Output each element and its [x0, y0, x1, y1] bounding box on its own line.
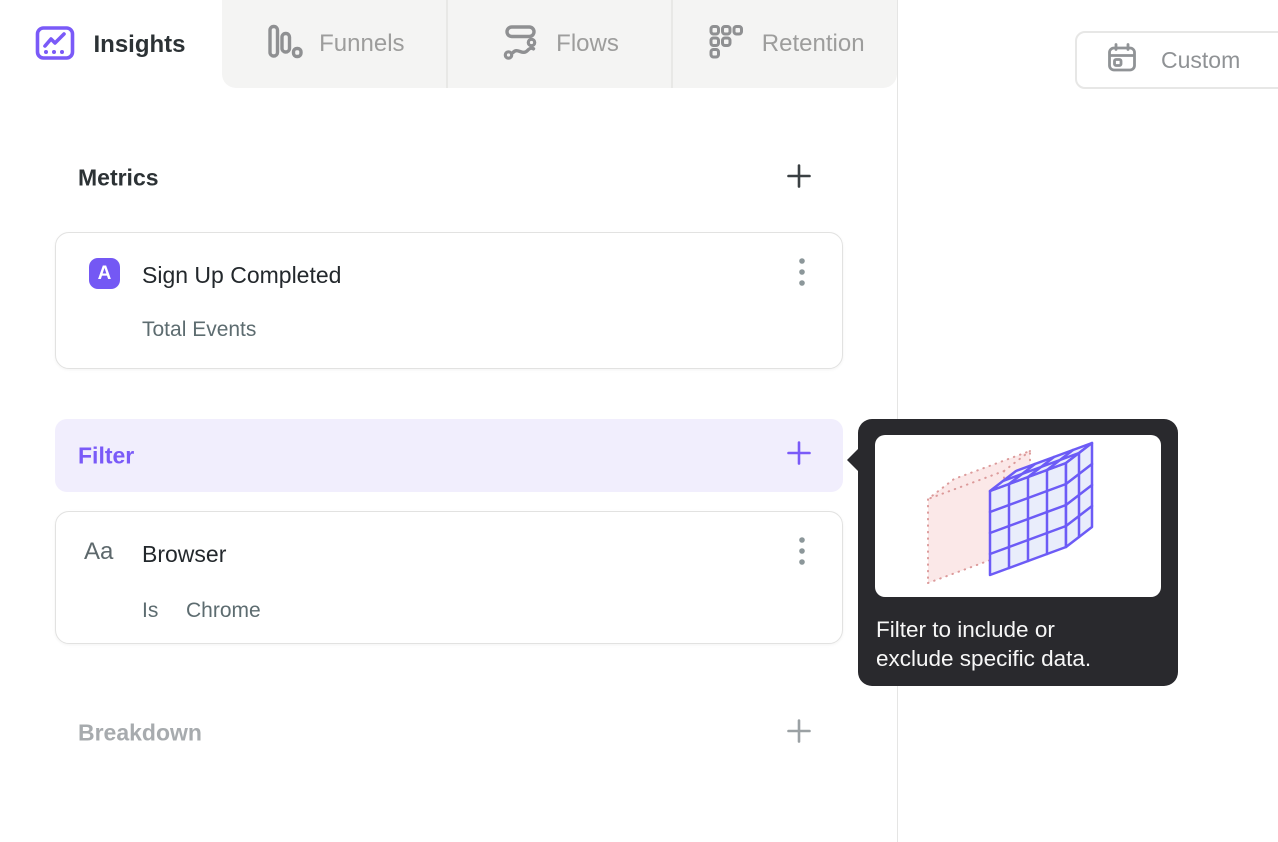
plus-icon [785, 439, 813, 472]
filter-section-header: Filter [55, 419, 843, 492]
tooltip-text-line1: Filter to include or [876, 617, 1055, 642]
filter-value[interactable]: Chrome [186, 599, 261, 623]
tab-flows[interactable]: Flows [445, 0, 672, 88]
tab-retention-label: Retention [761, 30, 865, 57]
tooltip-text-line2: exclude specific data. [876, 646, 1092, 671]
metric-menu-button[interactable] [790, 257, 814, 298]
tab-group: Funnels Flows Retention [222, 0, 897, 88]
add-metric-button[interactable] [785, 162, 813, 195]
custom-date-range-button[interactable]: Custom [1075, 31, 1278, 89]
plus-icon [785, 717, 813, 750]
metric-letter-badge: A [89, 258, 120, 289]
text-property-icon: Aa [84, 538, 114, 565]
tab-insights-label: Insights [93, 31, 186, 58]
insights-builder-screen: Insights Funnels Flows Retention Custom … [0, 0, 1278, 842]
kebab-icon [798, 536, 806, 577]
filter-menu-button[interactable] [790, 536, 814, 577]
filter-operator[interactable]: Is [142, 599, 158, 623]
kebab-icon [798, 257, 806, 298]
add-breakdown-button[interactable] [785, 717, 813, 750]
flows-icon [500, 22, 540, 67]
metric-event-name: Sign Up Completed [142, 262, 342, 288]
tab-flows-label: Flows [556, 30, 619, 57]
metric-aggregation[interactable]: Total Events [142, 318, 256, 342]
calendar-icon [1105, 41, 1139, 80]
filter-property-name: Browser [142, 541, 227, 567]
metrics-section-title: Metrics [78, 164, 159, 191]
add-filter-button[interactable] [785, 439, 813, 472]
metric-card[interactable]: A Sign Up Completed Total Events [55, 232, 843, 369]
tab-retention[interactable]: Retention [671, 0, 897, 88]
filter-tooltip: Filter to include or exclude specific da… [847, 419, 1178, 686]
line-chart-icon [33, 21, 77, 70]
retention-dots-icon [706, 22, 746, 67]
filter-card[interactable]: Aa Browser Is Chrome [55, 511, 843, 644]
tab-funnels[interactable]: Funnels [222, 0, 446, 88]
breakdown-section-title: Breakdown [78, 719, 202, 746]
tab-funnels-label: Funnels [319, 30, 405, 57]
metrics-section-header: Metrics [55, 156, 843, 200]
tooltip-arrow [847, 448, 859, 472]
plus-icon [785, 162, 813, 195]
tab-insights[interactable]: Insights [0, 0, 219, 90]
funnel-bars-icon [263, 22, 303, 67]
filter-cube-illustration [875, 435, 1161, 597]
breakdown-section-header: Breakdown [55, 710, 843, 756]
custom-date-label: Custom [1161, 46, 1241, 73]
filter-section-title: Filter [78, 442, 135, 468]
